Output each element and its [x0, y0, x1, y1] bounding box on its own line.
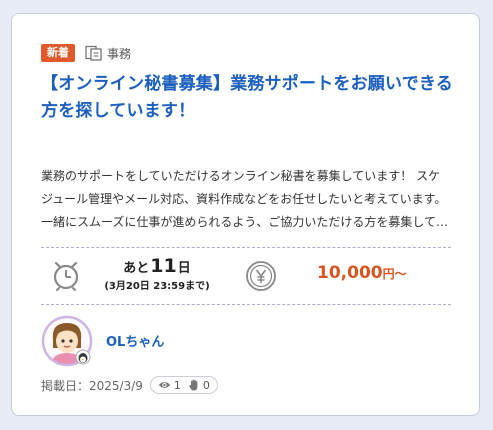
price-unit: 円〜 [382, 267, 407, 281]
eye-icon [158, 382, 171, 388]
category-icon [85, 45, 102, 61]
posted-date: 掲載日：2025/3/9 [41, 378, 143, 393]
stats-pill: 1 0 [149, 376, 218, 394]
deadline-suffix: 日 [177, 261, 191, 276]
username-link[interactable]: OLちゃん [106, 331, 164, 350]
category-label: 事務 [107, 46, 132, 61]
yen-icon [246, 261, 276, 291]
job-description: 業務のサポートをしていただけるオンライン秘書を募集しています！ スケジュール管理… [41, 169, 449, 229]
deadline-prefix: あと [123, 261, 150, 276]
deadline-info: あと11日 (3月20日 23:59まで) [97, 255, 217, 294]
new-badge: 新着 [41, 44, 75, 62]
divider [41, 304, 451, 305]
job-title-link[interactable]: 【オンライン秘書募集】業務サポートをお願いできる方を探しています！ [41, 71, 456, 125]
hand-icon [189, 379, 198, 391]
tag-row: 新着 事務 [41, 44, 131, 62]
card-footer: 掲載日：2025/3/9 1 0 [41, 376, 218, 394]
clock-icon [53, 261, 79, 291]
view-count: 1 [173, 378, 181, 392]
like-count: 0 [202, 378, 210, 392]
deadline-days: 11 [150, 255, 177, 277]
deadline-date: (3月20日 23:59まで) [104, 281, 210, 292]
price-amount: 10,000 [317, 263, 383, 283]
divider [41, 247, 451, 248]
avatar[interactable] [41, 315, 93, 367]
price: 10,000円〜 [317, 263, 407, 283]
job-card[interactable]: 新着 事務 【オンライン秘書募集】業務サポートをお願いできる方を探しています！ … [11, 13, 480, 416]
